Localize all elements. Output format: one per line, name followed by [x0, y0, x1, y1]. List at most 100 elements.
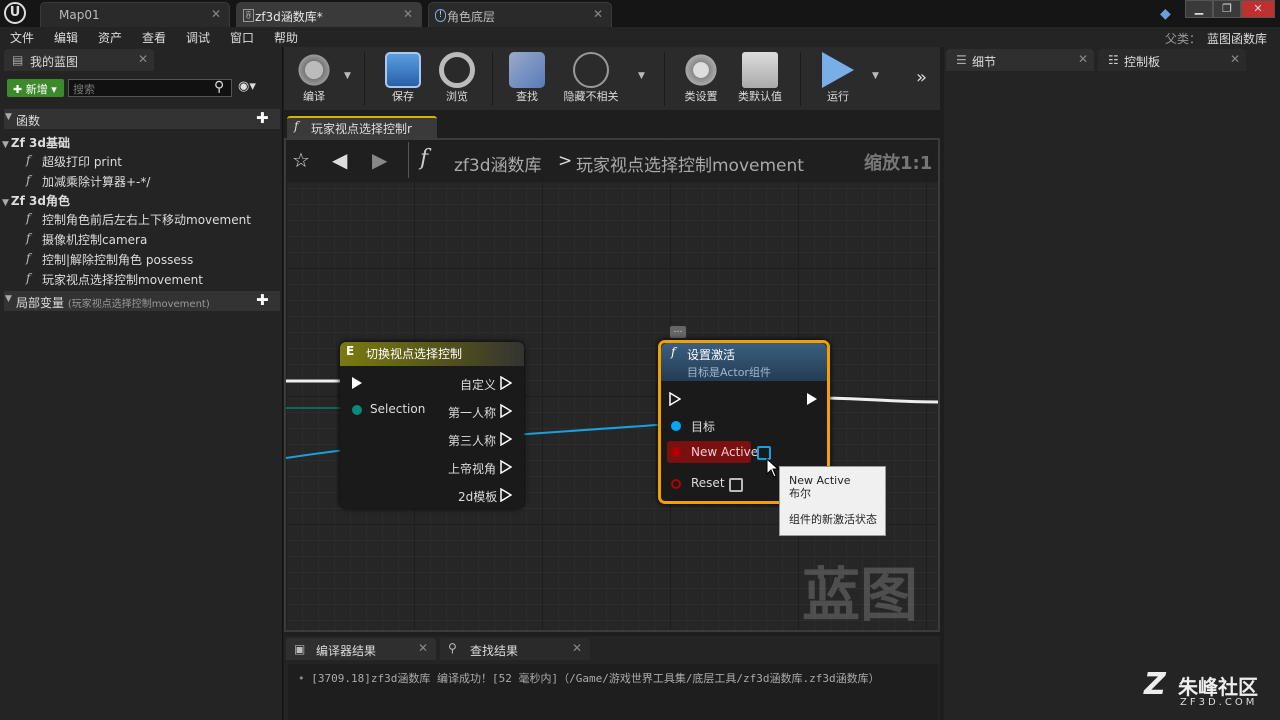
reset-pin-label: Reset	[691, 476, 725, 490]
brand-logo-icon: Z	[1144, 667, 1166, 702]
tab-character-base[interactable]: ! 角色底层 ✕	[428, 2, 612, 27]
exec-out-pin[interactable]	[500, 488, 512, 502]
graph-tab-label: 玩家视点选择控制r	[311, 122, 412, 136]
function-item[interactable]: f 超级打印 print	[0, 151, 280, 171]
close-icon[interactable]: ✕	[572, 641, 582, 655]
function-item[interactable]: f 控制角色前后左右上下移动movement	[0, 209, 280, 229]
toolbar-overflow-icon[interactable]: »	[916, 67, 927, 88]
close-icon[interactable]: ✕	[593, 7, 603, 21]
save-label: 保存	[392, 90, 414, 103]
minimize-icon[interactable]: ▁	[1185, 0, 1213, 18]
my-blueprint-panel: ▤ 我的蓝图 ✕ ✚ 新增 ▾ 搜索 ⚲ ◉▾ ▼ 函数 ✚ ▼ Zf 3d基础 …	[0, 47, 283, 720]
tab-map01[interactable]: Map01 ✕	[40, 2, 230, 27]
menu-help[interactable]: 帮助	[274, 29, 298, 46]
function-icon: f	[26, 173, 31, 187]
close-icon[interactable]: ✕	[211, 7, 221, 21]
function-icon: f	[294, 119, 299, 133]
find-button[interactable]: 查找	[504, 47, 550, 110]
blueprint-icon: 𝔉	[243, 9, 254, 22]
close-icon[interactable]: ✕	[418, 641, 428, 655]
function-item[interactable]: f 控制|解除控制角色 possess	[0, 249, 280, 269]
menu-asset[interactable]: 资产	[98, 29, 122, 46]
local-variables-header[interactable]: ▼ 局部变量 (玩家视点选择控制movement) ✚	[4, 291, 280, 311]
exec-out-pin[interactable]	[500, 460, 512, 474]
play-button[interactable]: 运行	[814, 47, 862, 110]
target-pin[interactable]	[671, 421, 681, 431]
set-active-node-header[interactable]: f 设置激活 目标是Actor组件	[661, 343, 827, 381]
functions-header[interactable]: ▼ 函数 ✚	[4, 109, 280, 129]
add-function-icon[interactable]: ✚	[256, 109, 269, 127]
tab-find-results[interactable]: ⚲ 查找结果 ✕	[440, 638, 590, 660]
exec-in-pin[interactable]	[352, 377, 362, 389]
exec-out-pin[interactable]	[500, 376, 512, 390]
source-control-icon[interactable]: ◆	[1160, 6, 1171, 22]
save-button[interactable]: 保存	[380, 47, 426, 110]
blueprint-graph[interactable]: ☆ ◀ ▶ f zf3d涵数库 > 玩家视点选择控制movement 缩放1:1…	[284, 138, 940, 632]
log-bullet-icon: •	[298, 672, 305, 685]
tab-compiler-results[interactable]: ▣ 编译器结果 ✕	[286, 638, 436, 660]
hide-unrelated-icon	[573, 52, 609, 88]
add-variable-icon[interactable]: ✚	[256, 291, 269, 309]
close-icon[interactable]: ✕	[1078, 52, 1088, 66]
tab-zf3d-library[interactable]: 𝔉 zf3d涵数库* ✕	[236, 2, 422, 27]
browse-button[interactable]: 浏览	[434, 47, 480, 110]
panel-tab-details[interactable]: ☰ 细节 ✕	[946, 49, 1094, 71]
menu-edit[interactable]: 编辑	[54, 29, 78, 46]
restore-icon[interactable]: ❐	[1213, 0, 1241, 18]
close-icon[interactable]: ✕	[403, 7, 413, 21]
new-active-pin[interactable]	[671, 447, 681, 457]
search-icon: ⚲	[448, 641, 457, 655]
reset-checkbox[interactable]	[729, 478, 743, 492]
search-input[interactable]: 搜索	[68, 79, 232, 97]
menu-view[interactable]: 查看	[142, 29, 166, 46]
enum-switch-icon: E	[346, 344, 355, 358]
switch-node[interactable]: E 切换视点选择控制 Selection 自定义 第一人称 第三人称 上帝视角 …	[340, 342, 524, 508]
selection-pin[interactable]	[352, 405, 362, 415]
group-header[interactable]: ▼ Zf 3d角色	[0, 191, 280, 209]
exec-out-pin[interactable]	[500, 404, 512, 418]
compile-button[interactable]: 编译	[288, 47, 340, 110]
exec-out-pin[interactable]	[500, 432, 512, 446]
pin-tooltip: New Active 布尔 组件的新激活状态	[779, 466, 886, 536]
function-icon: f	[26, 211, 31, 225]
graph-tab[interactable]: f 玩家视点选择控制r	[287, 116, 437, 138]
function-item[interactable]: f 玩家视点选择控制movement	[0, 269, 280, 289]
switch-node-header[interactable]: E 切换视点选择控制	[340, 342, 524, 366]
hide-unrelated-button[interactable]: 隐藏不相关	[556, 47, 626, 110]
menu-file[interactable]: 文件	[10, 29, 34, 46]
browse-magnifier-icon	[439, 52, 475, 88]
exec-out-pin[interactable]	[807, 393, 817, 405]
function-icon: f	[26, 271, 31, 285]
chevron-down-icon[interactable]: ▼	[638, 71, 645, 81]
mouse-cursor-icon	[766, 458, 780, 478]
compiler-results-icon: ▣	[294, 642, 306, 656]
function-item[interactable]: f 摄像机控制camera	[0, 229, 280, 249]
class-settings-button[interactable]: 类设置	[678, 47, 724, 110]
function-item[interactable]: f 加减乘除计算器+-*/	[0, 171, 280, 191]
function-label: 超级打印 print	[42, 155, 123, 169]
close-window-icon[interactable]: ✕	[1241, 0, 1275, 18]
menu-debug[interactable]: 调试	[186, 29, 210, 46]
compile-gear-icon	[296, 52, 332, 88]
exec-in-pin[interactable]	[669, 392, 681, 406]
search-icon[interactable]: ⚲	[214, 79, 224, 95]
menu-window[interactable]: 窗口	[230, 29, 254, 46]
local-variables-label: 局部变量	[16, 296, 65, 310]
close-icon[interactable]: ✕	[1230, 52, 1240, 66]
chevron-down-icon[interactable]: ▼	[344, 71, 351, 81]
parent-class-value[interactable]: 蓝图函数库	[1207, 30, 1267, 47]
toolbar: 编译 ▼ 保存 浏览 查找 隐藏不相关 ▼ 类设置 类默认值 运行 ▼ »	[284, 47, 940, 110]
function-list: ▼ Zf 3d基础 f 超级打印 print f 加减乘除计算器+-*/ ▼ Zf 3d…	[0, 131, 280, 289]
class-defaults-button[interactable]: 类默认值	[734, 47, 786, 110]
eye-icon[interactable]: ◉▾	[238, 79, 256, 94]
reset-pin[interactable]	[671, 479, 681, 489]
comment-bubble-icon[interactable]: …	[670, 326, 686, 338]
bottom-panel: ▣ 编译器结果 ✕ ⚲ 查找结果 ✕ • [3709.18]zf3d涵数库 编译…	[284, 636, 940, 720]
panel-tab-palette[interactable]: ☷ 控制板 ✕	[1098, 49, 1246, 71]
panel-tab-my-blueprint[interactable]: ▤ 我的蓝图 ✕	[4, 49, 154, 71]
group-header[interactable]: ▼ Zf 3d基础	[0, 131, 280, 151]
unreal-logo-icon: U	[4, 2, 26, 24]
add-new-button[interactable]: ✚ 新增 ▾	[7, 79, 64, 97]
close-icon[interactable]: ✕	[138, 52, 148, 66]
chevron-down-icon[interactable]: ▼	[872, 71, 879, 81]
